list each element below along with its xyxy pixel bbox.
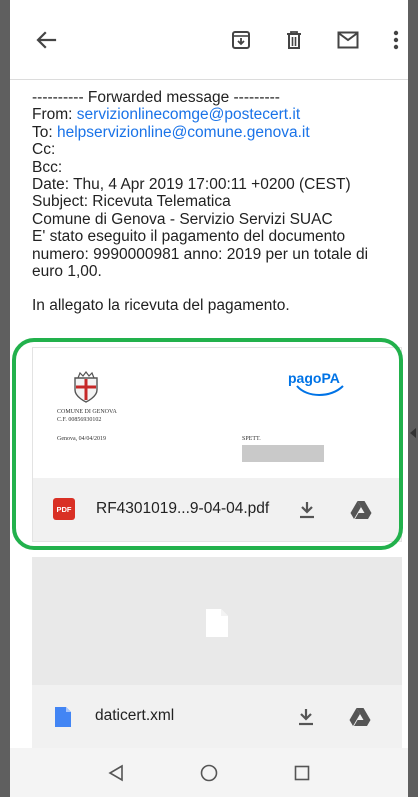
archive-icon [232, 31, 250, 49]
to-email-link[interactable]: helpservizionline@comune.genova.it [57, 124, 310, 141]
coat-of-arms-icon [74, 371, 98, 403]
document-file-icon [55, 707, 71, 727]
download-icon [299, 709, 313, 726]
preview-org-line2: C.F. 00856930102 [57, 417, 102, 423]
bcc-line: Bcc: [32, 158, 63, 176]
download-icon [300, 502, 314, 519]
forwarded-header: ---------- Forwarded message --------- [32, 89, 280, 106]
square-recents-icon [294, 765, 309, 780]
circle-home-icon [200, 764, 218, 781]
preview-recipient-label: SPETT. [242, 436, 261, 442]
comune-line: Comune di Genova - Servizio Servizi SUAC [32, 210, 333, 228]
from-line: From: servizionlinecomge@postecert.it [32, 106, 402, 123]
preview-org-line1: COMUNE DI GENOVA [57, 409, 117, 415]
pdf-save-to-drive-button[interactable] [344, 493, 378, 527]
google-drive-icon [350, 501, 372, 519]
trash-icon [287, 31, 301, 49]
system-navigation-bar [10, 748, 408, 797]
triangle-back-icon [108, 764, 124, 781]
preview-place-date: Genova, 04/04/2019 [57, 436, 106, 442]
mark-unread-button[interactable] [332, 24, 364, 56]
pagopa-swoosh-icon [296, 385, 344, 396]
pdf-preview-thumbnail[interactable]: COMUNE DI GENOVA C.F. 00856930102 Genova… [33, 348, 401, 478]
date-line: Date: Thu, 4 Apr 2019 17:00:11 +0200 (CE… [32, 176, 351, 194]
delete-button[interactable] [278, 24, 310, 56]
xml-attachment-card[interactable]: daticert.xml [32, 557, 402, 749]
side-marker-icon [410, 428, 416, 438]
xml-file-name: daticert.xml [95, 707, 175, 724]
pdf-attachment-card[interactable]: COMUNE DI GENOVA C.F. 00856930102 Genova… [32, 347, 402, 542]
archive-button[interactable] [225, 24, 257, 56]
xml-download-button[interactable] [289, 700, 323, 734]
back-button[interactable] [30, 24, 62, 56]
more-options-button[interactable] [380, 24, 408, 56]
cc-line: Cc: [32, 141, 56, 159]
attachment-note: In allegato la ricevuta del pagamento. [32, 297, 290, 315]
email-screen: ---------- Forwarded message --------- F… [10, 0, 408, 797]
xml-attachment-footer: daticert.xml [32, 685, 402, 749]
nav-back-button[interactable] [96, 753, 136, 793]
to-line: To: helpservizionline@comune.genova.it [32, 124, 402, 141]
more-vert-icon [393, 30, 399, 50]
pdf-file-icon: PDF [53, 498, 75, 520]
nav-recents-button[interactable] [282, 753, 322, 793]
generic-file-icon [206, 609, 228, 637]
redacted-recipient-block [242, 445, 324, 462]
xml-save-to-drive-button[interactable] [343, 700, 377, 734]
mail-icon [337, 31, 359, 49]
from-email-link[interactable]: servizionlinecomge@postecert.it [77, 106, 300, 123]
pdf-attachment-footer: PDF RF4301019...9-04-04.pdf [33, 478, 401, 541]
top-app-bar [10, 0, 408, 80]
pdf-download-button[interactable] [290, 493, 324, 527]
nav-home-button[interactable] [189, 753, 229, 793]
to-label: To: [32, 123, 57, 141]
arrow-left-icon [36, 31, 57, 49]
subject-line: Subject: Ricevuta Telematica [32, 193, 231, 211]
payment-paragraph: E' stato eseguito il pagamento del docum… [32, 228, 369, 281]
pdf-file-name: RF4301019...9-04-04.pdf [96, 500, 270, 517]
email-body: ---------- Forwarded message --------- F… [32, 89, 402, 315]
from-label: From: [32, 106, 77, 124]
google-drive-icon [349, 708, 371, 726]
